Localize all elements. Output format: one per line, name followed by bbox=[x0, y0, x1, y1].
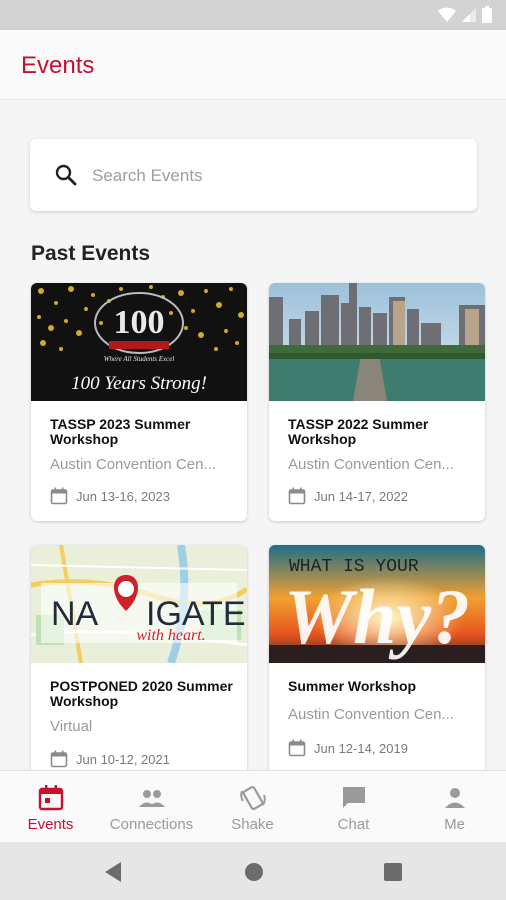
event-date-row: Jun 10-12, 2021 bbox=[50, 750, 170, 768]
event-location: Austin Convention Cen... bbox=[288, 456, 454, 473]
calendar-icon bbox=[38, 785, 64, 811]
event-card[interactable]: 100 Where All Students Excel 100 Years S… bbox=[31, 283, 247, 521]
page-title: Events bbox=[21, 52, 95, 79]
image-tagline: 100 Years Strong! bbox=[71, 373, 207, 394]
image-subtext: Where All Students Excel bbox=[104, 355, 175, 363]
event-title: Summer Workshop bbox=[288, 678, 417, 694]
calendar-icon bbox=[50, 487, 68, 505]
search-bar[interactable] bbox=[30, 139, 477, 211]
bottom-nav: Events Connections Shake Chat Me bbox=[0, 770, 506, 842]
home-icon[interactable] bbox=[244, 862, 264, 882]
person-icon bbox=[445, 788, 465, 808]
nav-item-chat[interactable]: Chat bbox=[303, 771, 404, 843]
nav-label: Me bbox=[444, 816, 465, 833]
back-icon[interactable] bbox=[103, 861, 123, 883]
event-location: Virtual bbox=[50, 718, 93, 735]
event-card[interactable]: NA IGATE with heart. POSTPONED 2020 Summ… bbox=[31, 545, 247, 785]
event-date: Jun 14-17, 2022 bbox=[314, 488, 408, 504]
nav-item-shake[interactable]: Shake bbox=[202, 771, 303, 843]
calendar-icon bbox=[288, 739, 306, 757]
nav-label: Connections bbox=[109, 816, 194, 833]
event-image bbox=[269, 283, 485, 401]
event-title: POSTPONED 2020 Summer Workshop bbox=[50, 678, 233, 709]
system-nav-bar bbox=[0, 842, 506, 900]
nav-item-me[interactable]: Me bbox=[404, 771, 505, 843]
event-title: TASSP 2023 Summer Workshop bbox=[50, 416, 191, 447]
shake-phone-icon bbox=[240, 785, 266, 811]
status-icons bbox=[438, 6, 492, 23]
status-bar bbox=[0, 0, 506, 30]
battery-icon bbox=[482, 6, 492, 23]
nav-label: Chat bbox=[337, 816, 370, 833]
nav-label: Events bbox=[27, 816, 74, 833]
nav-item-connections[interactable]: Connections bbox=[101, 771, 202, 843]
event-date-row: Jun 13-16, 2023 bbox=[50, 487, 170, 505]
image-text-a: NA bbox=[51, 595, 99, 633]
calendar-icon bbox=[50, 750, 68, 768]
event-date: Jun 10-12, 2021 bbox=[76, 751, 170, 767]
event-card[interactable]: TASSP 2022 Summer Workshop Austin Conven… bbox=[269, 283, 485, 521]
recents-icon[interactable] bbox=[384, 863, 402, 881]
search-icon[interactable] bbox=[54, 163, 78, 187]
people-icon bbox=[139, 790, 165, 807]
svg-text:100: 100 bbox=[114, 304, 165, 341]
event-image: WHAT IS YOUR Why? bbox=[269, 545, 485, 663]
chat-bubble-icon bbox=[343, 787, 365, 808]
event-location: Austin Convention Cen... bbox=[50, 456, 216, 473]
event-location: Austin Convention Cen... bbox=[288, 706, 454, 723]
calendar-icon bbox=[288, 487, 306, 505]
app-bar: Events bbox=[0, 30, 506, 100]
event-date: Jun 12-14, 2019 bbox=[314, 740, 408, 756]
signal-icon bbox=[462, 7, 476, 22]
nav-item-events[interactable]: Events bbox=[0, 771, 101, 843]
event-image: 100 Where All Students Excel 100 Years S… bbox=[31, 283, 247, 401]
image-text-b: Why? bbox=[284, 573, 470, 660]
section-title: Past Events bbox=[31, 242, 151, 265]
wifi-icon bbox=[438, 7, 456, 22]
image-text-c: with heart. bbox=[136, 627, 205, 644]
event-date: Jun 13-16, 2023 bbox=[76, 488, 170, 504]
event-card[interactable]: WHAT IS YOUR Why? Summer Workshop Austin… bbox=[269, 545, 485, 785]
event-date-row: Jun 12-14, 2019 bbox=[288, 739, 408, 757]
search-input[interactable] bbox=[92, 163, 452, 189]
nav-label: Shake bbox=[231, 816, 274, 833]
event-title: TASSP 2022 Summer Workshop bbox=[288, 416, 429, 447]
event-image: NA IGATE with heart. bbox=[31, 545, 247, 663]
event-date-row: Jun 14-17, 2022 bbox=[288, 487, 408, 505]
